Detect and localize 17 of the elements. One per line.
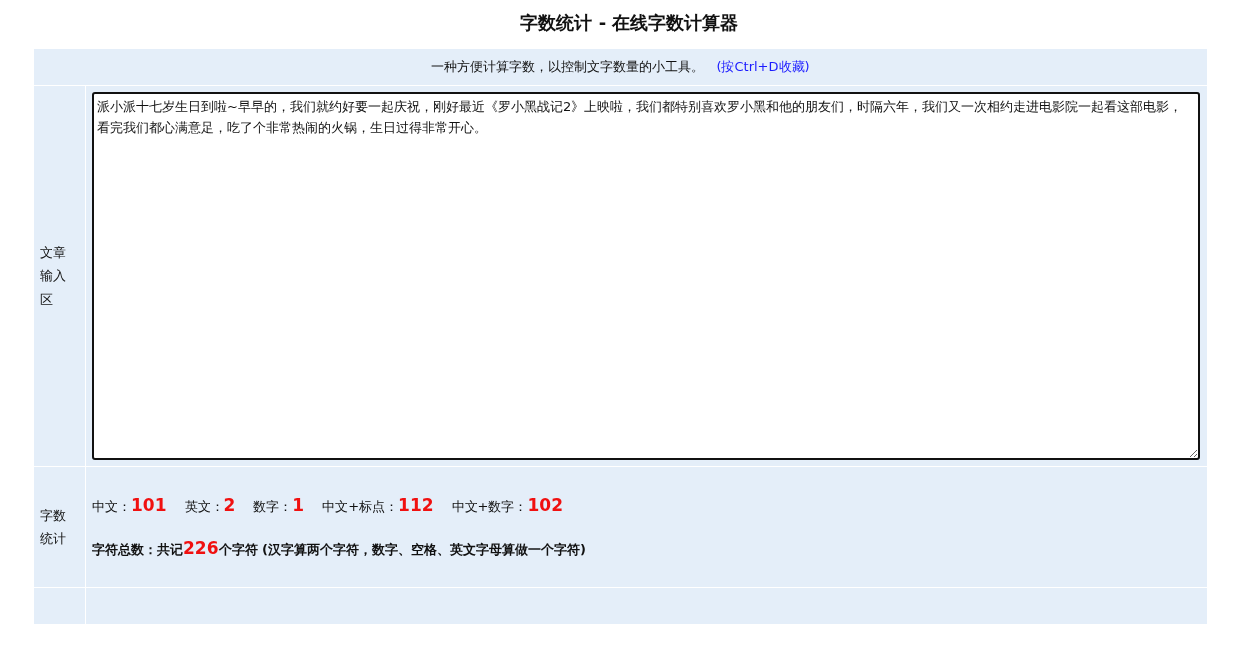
count-label: 中文： [92,499,131,514]
count-value: 2 [223,495,236,515]
input-label: 文章输入区 [40,243,66,309]
bookmark-link[interactable]: (按Ctrl+D收藏) [716,58,810,76]
count-value: 101 [131,495,167,515]
count-value: 1 [292,495,305,515]
intro-text: 一种方便计算字数，以控制文字数量的小工具。 [431,58,705,76]
count-value: 102 [527,495,563,515]
total-summary: 字符总数：共记226个字符 (汉字算两个字符，数字、空格、英文字母算做一个字符) [92,538,587,559]
count-label: 数字： [253,499,293,514]
count-label: 中文+标点： [322,499,399,514]
count-value: 112 [398,495,434,515]
count-label: 中文+数字： [451,499,528,514]
count-label: 英文： [184,499,224,514]
text-input-area[interactable]: 派小派十七岁生日到啦~早早的，我们就约好要一起庆祝，刚好最近《罗小黑战记2》上映啦，我们都特别喜欢罗小黑和他的朋友们，时隔六年，我们又一次相约走进电影院一起看这部电影，看完我们都心满意足，吃了个非常热闹的火锅，生日过得非常开心。 [92,92,1200,460]
page-title: 字数统计 - 在线字数计算器 [519,11,740,35]
stats-label: 字数统计 [40,506,66,548]
